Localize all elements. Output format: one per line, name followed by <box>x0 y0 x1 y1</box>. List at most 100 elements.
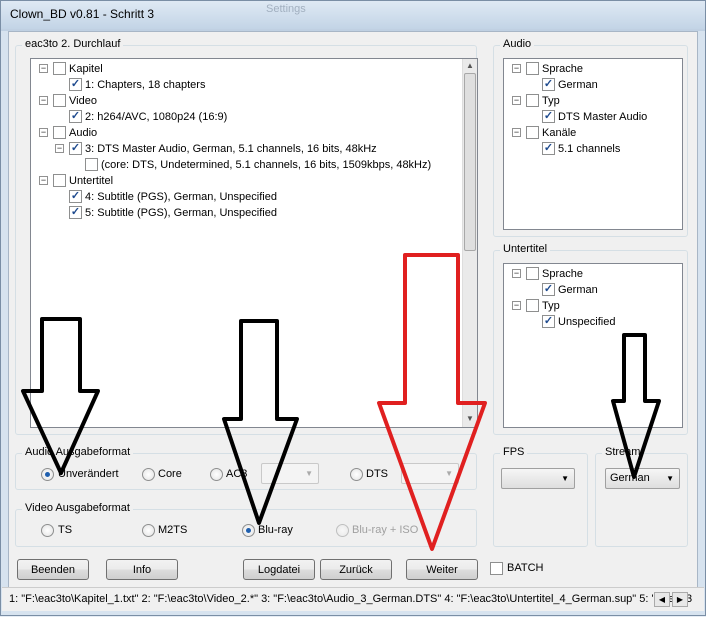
radio-ac3[interactable] <box>210 468 223 481</box>
tree-node[interactable]: ✓ 2: h264/AVC, 1080p24 (16:9) <box>31 109 477 125</box>
unchecked-checkbox[interactable] <box>526 267 539 280</box>
unchecked-checkbox[interactable] <box>53 94 66 107</box>
collapse-icon[interactable]: − <box>39 176 48 185</box>
radio-unveraendert-label: Unverändert <box>58 468 119 480</box>
tree-node[interactable]: − ✓ 3: DTS Master Audio, German, 5.1 chann… <box>31 141 477 157</box>
dts-bitrate-select[interactable]: ▼ <box>401 463 459 484</box>
scroll-left-arrow-icon[interactable]: ◀ <box>654 592 670 607</box>
tree-node[interactable]: − Sprache <box>504 61 682 77</box>
beenden-button[interactable]: Beenden <box>17 559 89 580</box>
logdatei-button[interactable]: Logdatei <box>243 559 315 580</box>
tree-node[interactable]: ✓ Unspecified <box>504 314 682 330</box>
title-bar[interactable]: Clown_BD v0.81 - Schritt 3 Settings <box>1 1 705 29</box>
fps-select[interactable]: ▼ <box>501 468 575 489</box>
tree-node[interactable]: − Sprache <box>504 266 682 282</box>
unchecked-checkbox[interactable] <box>53 126 66 139</box>
checked-checkbox[interactable]: ✓ <box>69 142 82 155</box>
tree-node-label: Typ <box>542 300 560 312</box>
background-ghost-text: Settings <box>266 3 306 15</box>
unchecked-checkbox[interactable] <box>85 158 98 171</box>
audio-format-group: Audio Ausgabeformat Unverändert Core AC3… <box>15 446 477 490</box>
tree-node-label: (core: DTS, Undetermined, 5.1 channels, … <box>101 159 432 171</box>
chevron-down-icon: ▼ <box>445 469 453 478</box>
tree-node[interactable]: ✓ DTS Master Audio <box>504 109 682 125</box>
unchecked-checkbox[interactable] <box>53 62 66 75</box>
unchecked-checkbox[interactable] <box>526 62 539 75</box>
ac3-bitrate-select[interactable]: ▼ <box>261 463 319 484</box>
checked-checkbox[interactable]: ✓ <box>542 142 555 155</box>
stream-group: Stream German ▼ <box>595 446 688 547</box>
radio-bluray[interactable] <box>242 524 255 537</box>
stream-select-value: German <box>610 472 650 484</box>
collapse-icon[interactable]: − <box>55 144 64 153</box>
collapse-icon[interactable]: − <box>39 96 48 105</box>
radio-bluray-iso-label: Blu-ray + ISO <box>352 524 419 536</box>
radio-dts[interactable] <box>350 468 363 481</box>
scrollbar-thumb[interactable] <box>464 73 476 251</box>
audio-tree[interactable]: − Sprache ✓ German − Typ ✓ DTS Master Audio − Kan… <box>503 58 683 230</box>
checked-checkbox[interactable]: ✓ <box>542 110 555 123</box>
unchecked-checkbox[interactable] <box>526 299 539 312</box>
radio-unveraendert[interactable] <box>41 468 54 481</box>
scroll-up-arrow-icon[interactable]: ▲ <box>466 61 474 70</box>
tracks-tree[interactable]: − Kapitel ✓ 1: Chapters, 18 chapters − Video ✓… <box>30 58 478 428</box>
eac3to-group-legend: eac3to 2. Durchlauf <box>22 38 124 50</box>
tree-node[interactable]: − Typ <box>504 298 682 314</box>
tree-node[interactable]: ✓ 5.1 channels <box>504 141 682 157</box>
tree-node[interactable]: ✓ German <box>504 77 682 93</box>
tree-node-label: Kanäle <box>542 127 577 139</box>
tree-node-label: Sprache <box>542 268 583 280</box>
tree-node[interactable]: ✓ 5: Subtitle (PGS), German, Unspecified <box>31 205 477 221</box>
scroll-right-arrow-icon[interactable]: ▶ <box>672 592 688 607</box>
subtitle-group: Untertitel − Sprache ✓ German − Typ ✓ Unspecifi… <box>493 243 688 435</box>
tree-node[interactable]: − Audio <box>31 125 477 141</box>
checked-checkbox[interactable]: ✓ <box>69 78 82 91</box>
radio-m2ts[interactable] <box>142 524 155 537</box>
radio-ts[interactable] <box>41 524 54 537</box>
unchecked-checkbox[interactable] <box>526 126 539 139</box>
tree-node-label: 3: DTS Master Audio, German, 5.1 channel… <box>85 143 377 155</box>
tree-node[interactable]: ✓ 4: Subtitle (PGS), German, Unspecified <box>31 189 477 205</box>
batch-checkbox[interactable] <box>490 562 503 575</box>
radio-core[interactable] <box>142 468 155 481</box>
weiter-button[interactable]: Weiter <box>406 559 478 580</box>
tree-node[interactable]: − Untertitel <box>31 173 477 189</box>
checked-checkbox[interactable]: ✓ <box>542 283 555 296</box>
tree-node-label: 4: Subtitle (PGS), German, Unspecified <box>85 191 277 203</box>
tree-node[interactable]: − Kanäle <box>504 125 682 141</box>
collapse-icon[interactable]: − <box>512 269 521 278</box>
zurueck-button[interactable]: Zurück <box>320 559 392 580</box>
batch-label: BATCH <box>507 562 544 574</box>
subtitle-tree[interactable]: − Sprache ✓ German − Typ ✓ Unspecified <box>503 263 683 428</box>
collapse-icon[interactable]: − <box>39 64 48 73</box>
unchecked-checkbox[interactable] <box>53 174 66 187</box>
tree-node-label: 5: Subtitle (PGS), German, Unspecified <box>85 207 277 219</box>
stream-select[interactable]: German ▼ <box>605 468 680 489</box>
chevron-down-icon: ▼ <box>666 474 674 483</box>
tree-node[interactable]: − Typ <box>504 93 682 109</box>
tree-node[interactable]: ✓ German <box>504 282 682 298</box>
tree-node[interactable]: (core: DTS, Undetermined, 5.1 channels, … <box>31 157 477 173</box>
tree-node[interactable]: − Video <box>31 93 477 109</box>
checked-checkbox[interactable]: ✓ <box>69 110 82 123</box>
collapse-icon[interactable]: − <box>512 128 521 137</box>
unchecked-checkbox[interactable] <box>526 94 539 107</box>
subtitle-group-legend: Untertitel <box>500 243 551 255</box>
checked-checkbox[interactable]: ✓ <box>542 315 555 328</box>
info-button[interactable]: Info <box>106 559 178 580</box>
checked-checkbox[interactable]: ✓ <box>69 190 82 203</box>
radio-core-label: Core <box>158 468 182 480</box>
radio-m2ts-label: M2TS <box>158 524 188 536</box>
collapse-icon[interactable]: − <box>512 64 521 73</box>
tracks-tree-scrollbar[interactable]: ▲ ▼ <box>462 59 477 427</box>
collapse-icon[interactable]: − <box>512 301 521 310</box>
radio-ac3-label: AC3 <box>226 468 248 480</box>
checked-checkbox[interactable]: ✓ <box>69 206 82 219</box>
tree-node[interactable]: − Kapitel <box>31 61 477 77</box>
checked-checkbox[interactable]: ✓ <box>542 78 555 91</box>
radio-bluray-iso[interactable] <box>336 524 349 537</box>
tree-node[interactable]: ✓ 1: Chapters, 18 chapters <box>31 77 477 93</box>
collapse-icon[interactable]: − <box>39 128 48 137</box>
scroll-down-arrow-icon[interactable]: ▼ <box>466 414 474 423</box>
collapse-icon[interactable]: − <box>512 96 521 105</box>
